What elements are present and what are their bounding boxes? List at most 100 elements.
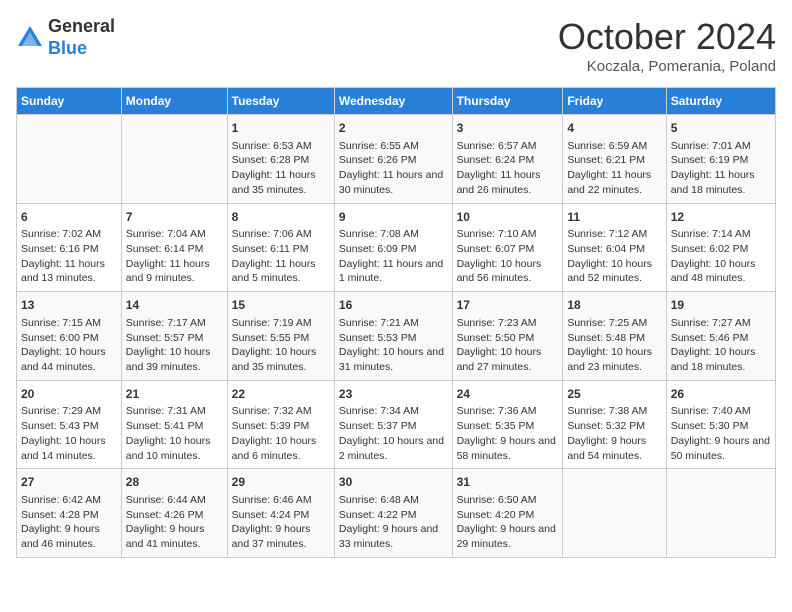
weekday-header-friday: Friday	[563, 88, 666, 115]
calendar-cell: 6Sunrise: 7:02 AM Sunset: 6:16 PM Daylig…	[17, 203, 122, 292]
weekday-header-thursday: Thursday	[452, 88, 563, 115]
day-number: 7	[126, 209, 223, 226]
cell-content: Sunrise: 6:48 AM Sunset: 4:22 PM Dayligh…	[339, 493, 448, 552]
calendar-cell: 25Sunrise: 7:38 AM Sunset: 5:32 PM Dayli…	[563, 380, 666, 469]
calendar-cell: 20Sunrise: 7:29 AM Sunset: 5:43 PM Dayli…	[17, 380, 122, 469]
cell-content: Sunrise: 7:38 AM Sunset: 5:32 PM Dayligh…	[567, 404, 661, 463]
calendar-cell: 23Sunrise: 7:34 AM Sunset: 5:37 PM Dayli…	[334, 380, 452, 469]
calendar-cell: 11Sunrise: 7:12 AM Sunset: 6:04 PM Dayli…	[563, 203, 666, 292]
day-number: 19	[671, 297, 771, 314]
day-number: 12	[671, 209, 771, 226]
weekday-header-tuesday: Tuesday	[227, 88, 334, 115]
logo: General Blue	[16, 16, 115, 59]
calendar-cell: 4Sunrise: 6:59 AM Sunset: 6:21 PM Daylig…	[563, 115, 666, 204]
day-number: 23	[339, 386, 448, 403]
cell-content: Sunrise: 6:57 AM Sunset: 6:24 PM Dayligh…	[457, 139, 559, 198]
day-number: 13	[21, 297, 117, 314]
cell-content: Sunrise: 7:21 AM Sunset: 5:53 PM Dayligh…	[339, 316, 448, 375]
day-number: 26	[671, 386, 771, 403]
day-number: 28	[126, 474, 223, 491]
day-number: 31	[457, 474, 559, 491]
calendar-cell	[121, 115, 227, 204]
cell-content: Sunrise: 6:50 AM Sunset: 4:20 PM Dayligh…	[457, 493, 559, 552]
calendar-cell: 29 Sunrise: 6:46 AM Sunset: 4:24 PM Dayli…	[227, 469, 334, 558]
weekday-row: SundayMondayTuesdayWednesdayThursdayFrid…	[17, 88, 776, 115]
day-number: 20	[21, 386, 117, 403]
day-number: 22	[232, 386, 330, 403]
calendar-cell: 21Sunrise: 7:31 AM Sunset: 5:41 PM Dayli…	[121, 380, 227, 469]
calendar-cell: 10Sunrise: 7:10 AM Sunset: 6:07 PM Dayli…	[452, 203, 563, 292]
cell-content: Sunrise: 7:36 AM Sunset: 5:35 PM Dayligh…	[457, 404, 559, 463]
calendar-cell: 5 Sunrise: 7:01 AM Sunset: 6:19 PM Daylig…	[666, 115, 775, 204]
calendar-cell: 14 Sunrise: 7:17 AM Sunset: 5:57 PM Dayli…	[121, 292, 227, 381]
calendar-cell: 16 Sunrise: 7:21 AM Sunset: 5:53 PM Dayli…	[334, 292, 452, 381]
cell-content: Sunrise: 7:32 AM Sunset: 5:39 PM Dayligh…	[232, 404, 330, 463]
calendar-row-0: 1 Sunrise: 6:53 AM Sunset: 6:28 PM Daylig…	[17, 115, 776, 204]
cell-content: Sunrise: 7:08 AM Sunset: 6:09 PM Dayligh…	[339, 227, 448, 286]
cell-content: Sunrise: 6:44 AM Sunset: 4:26 PM Dayligh…	[126, 493, 223, 552]
day-number: 6	[21, 209, 117, 226]
day-number: 10	[457, 209, 559, 226]
calendar-cell: 13 Sunrise: 7:15 AM Sunset: 6:00 PM Dayli…	[17, 292, 122, 381]
calendar-cell: 1 Sunrise: 6:53 AM Sunset: 6:28 PM Daylig…	[227, 115, 334, 204]
calendar-cell	[17, 115, 122, 204]
cell-content: Sunrise: 7:06 AM Sunset: 6:11 PM Dayligh…	[232, 227, 330, 286]
cell-content: Sunrise: 6:55 AM Sunset: 6:26 PM Dayligh…	[339, 139, 448, 198]
day-number: 11	[567, 209, 661, 226]
weekday-header-saturday: Saturday	[666, 88, 775, 115]
day-number: 25	[567, 386, 661, 403]
day-number: 5	[671, 120, 771, 137]
weekday-header-monday: Monday	[121, 88, 227, 115]
cell-content: Sunrise: 7:17 AM Sunset: 5:57 PM Dayligh…	[126, 316, 223, 375]
logo-general-text: General	[48, 16, 115, 36]
cell-content: Sunrise: 7:04 AM Sunset: 6:14 PM Dayligh…	[126, 227, 223, 286]
calendar-cell: 27Sunrise: 6:42 AM Sunset: 4:28 PM Dayli…	[17, 469, 122, 558]
calendar-cell: 22Sunrise: 7:32 AM Sunset: 5:39 PM Dayli…	[227, 380, 334, 469]
day-number: 1	[232, 120, 330, 137]
cell-content: Sunrise: 7:31 AM Sunset: 5:41 PM Dayligh…	[126, 404, 223, 463]
cell-content: Sunrise: 7:25 AM Sunset: 5:48 PM Dayligh…	[567, 316, 661, 375]
calendar-cell: 24Sunrise: 7:36 AM Sunset: 5:35 PM Dayli…	[452, 380, 563, 469]
location-text: Koczala, Pomerania, Poland	[558, 58, 776, 75]
day-number: 18	[567, 297, 661, 314]
calendar-cell: 8Sunrise: 7:06 AM Sunset: 6:11 PM Daylig…	[227, 203, 334, 292]
cell-content: Sunrise: 7:10 AM Sunset: 6:07 PM Dayligh…	[457, 227, 559, 286]
calendar-cell: 9Sunrise: 7:08 AM Sunset: 6:09 PM Daylig…	[334, 203, 452, 292]
day-number: 21	[126, 386, 223, 403]
month-title: October 2024	[558, 16, 776, 58]
day-number: 16	[339, 297, 448, 314]
day-number: 14	[126, 297, 223, 314]
calendar-cell: 18 Sunrise: 7:25 AM Sunset: 5:48 PM Dayli…	[563, 292, 666, 381]
calendar-cell: 2Sunrise: 6:55 AM Sunset: 6:26 PM Daylig…	[334, 115, 452, 204]
day-number: 27	[21, 474, 117, 491]
calendar-cell: 30 Sunrise: 6:48 AM Sunset: 4:22 PM Dayli…	[334, 469, 452, 558]
cell-content: Sunrise: 7:27 AM Sunset: 5:46 PM Dayligh…	[671, 316, 771, 375]
calendar-cell: 17Sunrise: 7:23 AM Sunset: 5:50 PM Dayli…	[452, 292, 563, 381]
calendar-cell: 19 Sunrise: 7:27 AM Sunset: 5:46 PM Dayli…	[666, 292, 775, 381]
cell-content: Sunrise: 7:02 AM Sunset: 6:16 PM Dayligh…	[21, 227, 117, 286]
cell-content: Sunrise: 6:46 AM Sunset: 4:24 PM Dayligh…	[232, 493, 330, 552]
day-number: 17	[457, 297, 559, 314]
cell-content: Sunrise: 6:53 AM Sunset: 6:28 PM Dayligh…	[232, 139, 330, 198]
calendar-cell: 12Sunrise: 7:14 AM Sunset: 6:02 PM Dayli…	[666, 203, 775, 292]
calendar-cell	[666, 469, 775, 558]
calendar-row-2: 13 Sunrise: 7:15 AM Sunset: 6:00 PM Dayli…	[17, 292, 776, 381]
day-number: 30	[339, 474, 448, 491]
calendar-cell: 26Sunrise: 7:40 AM Sunset: 5:30 PM Dayli…	[666, 380, 775, 469]
cell-content: Sunrise: 7:15 AM Sunset: 6:00 PM Dayligh…	[21, 316, 117, 375]
calendar-cell: 31 Sunrise: 6:50 AM Sunset: 4:20 PM Dayli…	[452, 469, 563, 558]
day-number: 4	[567, 120, 661, 137]
cell-content: Sunrise: 7:19 AM Sunset: 5:55 PM Dayligh…	[232, 316, 330, 375]
weekday-header-wednesday: Wednesday	[334, 88, 452, 115]
calendar-cell: 28 Sunrise: 6:44 AM Sunset: 4:26 PM Dayli…	[121, 469, 227, 558]
calendar-body: 1 Sunrise: 6:53 AM Sunset: 6:28 PM Daylig…	[17, 115, 776, 558]
calendar-header: SundayMondayTuesdayWednesdayThursdayFrid…	[17, 88, 776, 115]
cell-content: Sunrise: 7:40 AM Sunset: 5:30 PM Dayligh…	[671, 404, 771, 463]
cell-content: Sunrise: 7:01 AM Sunset: 6:19 PM Dayligh…	[671, 139, 771, 198]
day-number: 8	[232, 209, 330, 226]
calendar-cell	[563, 469, 666, 558]
logo-blue-text: Blue	[48, 38, 87, 58]
title-block: October 2024 Koczala, Pomerania, Poland	[558, 16, 776, 75]
day-number: 29	[232, 474, 330, 491]
day-number: 15	[232, 297, 330, 314]
